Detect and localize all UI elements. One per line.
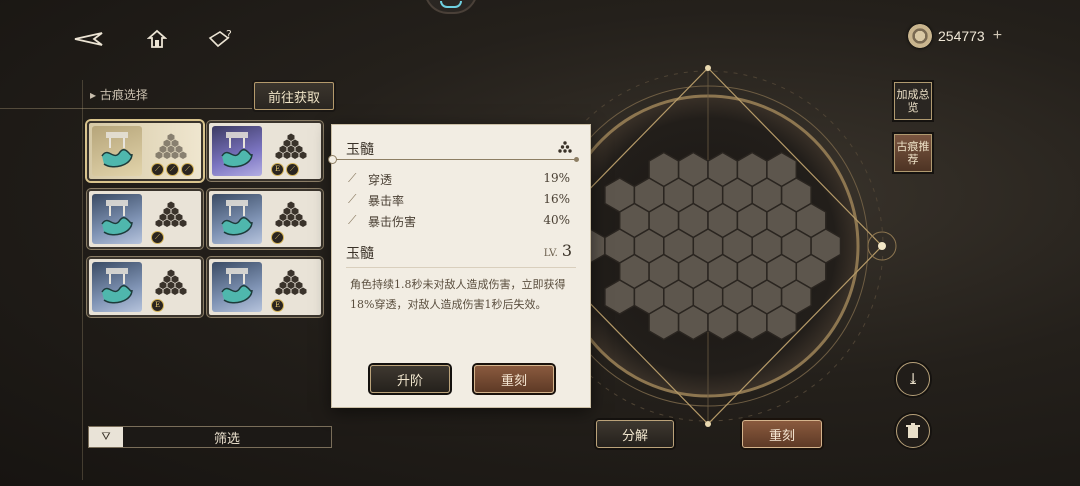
stat-row: ⟋ 穿透 19%	[348, 171, 570, 187]
bonus-overview-button[interactable]: 加成总览	[894, 82, 932, 120]
home-icon	[147, 29, 167, 48]
e-badge-icon: E	[151, 299, 164, 312]
hex-slot[interactable]	[766, 304, 798, 341]
hex-grid[interactable]	[574, 151, 842, 341]
sword-badge-icon: ⟋	[181, 163, 194, 176]
badge-row: E ⟋	[271, 163, 299, 176]
section-title: ▸ 古痕选择	[90, 88, 148, 102]
badge-row: ⟋	[151, 231, 164, 244]
sword-badge-icon: ⟋	[271, 231, 284, 244]
stat-row: ⟋ 暴击伤害 40%	[348, 213, 570, 229]
divider	[346, 267, 576, 268]
svg-text:?: ?	[226, 28, 232, 41]
stat-row: ⟋ 暴击率 16%	[348, 192, 570, 208]
trace-card[interactable]: E	[87, 257, 203, 317]
upgrade-button[interactable]: 升阶	[370, 365, 450, 393]
help-button[interactable]: ?	[206, 24, 236, 54]
tier-icon	[275, 133, 307, 163]
home-button[interactable]	[142, 24, 172, 54]
tier-icon	[558, 141, 572, 153]
sword-badge-icon: ⟋	[151, 163, 164, 176]
trace-thumbnail	[212, 262, 262, 312]
sword-badge-icon: ⟋	[151, 231, 164, 244]
e-badge-icon: E	[271, 163, 284, 176]
hex-slot[interactable]	[736, 304, 768, 341]
level-display: LV. 3	[543, 241, 572, 260]
currency-value: 254773	[938, 28, 985, 44]
hex-slot[interactable]	[707, 304, 739, 341]
trace-thumbnail	[212, 194, 262, 244]
filter-label: 筛选	[213, 431, 240, 447]
hex-slot[interactable]	[677, 304, 709, 341]
badge-row: ⟋ ⟋ ⟋	[151, 163, 194, 176]
save-icon: ⤓	[906, 370, 920, 388]
trace-card[interactable]: E	[207, 257, 323, 317]
hex-slot[interactable]	[648, 304, 680, 341]
tier-icon	[275, 201, 307, 231]
badge-row: E	[271, 299, 284, 312]
sword-badge-icon: ⟋	[286, 163, 299, 176]
board-reforge-button[interactable]: 重刻	[742, 420, 822, 448]
effect-title: 玉髓	[346, 246, 374, 262]
trace-card[interactable]: ⟋ ⟋ ⟋	[87, 121, 203, 181]
back-button[interactable]	[74, 24, 104, 54]
save-button[interactable]: ⤓	[896, 362, 930, 396]
get-more-button[interactable]: 前往获取	[254, 82, 334, 110]
badge-row: ⟋	[271, 231, 284, 244]
sword-icon: ⟋	[348, 213, 357, 227]
effect-description: 角色持续1.8秒未对敌人造成伤害，立即获得18%穿透，对敌人造成伤害1秒后失效。	[350, 278, 566, 311]
decompose-button[interactable]: 分解	[596, 420, 674, 448]
tier-icon	[155, 269, 187, 299]
badge-row: E	[151, 299, 164, 312]
hex-board	[560, 65, 897, 427]
e-badge-icon: E	[271, 299, 284, 312]
trace-thumbnail	[92, 262, 142, 312]
item-name: 玉髓	[346, 142, 374, 158]
trace-card[interactable]: ⟋	[207, 189, 323, 249]
tier-icon	[155, 201, 187, 231]
divider	[82, 80, 83, 480]
trace-thumbnail	[92, 126, 142, 176]
filter-icon: ⛛	[89, 427, 123, 447]
add-currency-button[interactable]: +	[993, 27, 1002, 45]
trace-thumbnail	[212, 126, 262, 176]
hex-slot[interactable]	[604, 279, 636, 315]
trace-card[interactable]: E ⟋	[207, 121, 323, 181]
help-icon: ?	[208, 28, 232, 48]
coin-icon	[908, 24, 932, 48]
delete-button[interactable]	[896, 414, 930, 448]
item-detail-popup: 玉髓 ⟋ 穿透 19% ⟋ 暴击率 16% ⟋ 暴击伤害 40% 玉髓 LV. 3 角色持续1…	[328, 124, 591, 408]
recommend-button[interactable]: 古痕推荐	[894, 134, 932, 172]
tier-icon	[275, 269, 307, 299]
filter-bar[interactable]: ⛛ 筛选	[88, 426, 332, 448]
divider	[328, 155, 579, 164]
currency-display: 254773 +	[908, 24, 1002, 48]
sword-icon: ⟋	[348, 192, 357, 206]
tier-icon	[155, 133, 187, 163]
top-indicator	[424, 0, 478, 14]
trace-card[interactable]: ⟋	[87, 189, 203, 249]
reforge-button[interactable]: 重刻	[474, 365, 554, 393]
trace-thumbnail	[92, 194, 142, 244]
trash-icon	[906, 423, 920, 438]
back-arrow-icon	[74, 32, 103, 46]
sword-badge-icon: ⟋	[166, 163, 179, 176]
sword-icon: ⟋	[348, 171, 357, 185]
